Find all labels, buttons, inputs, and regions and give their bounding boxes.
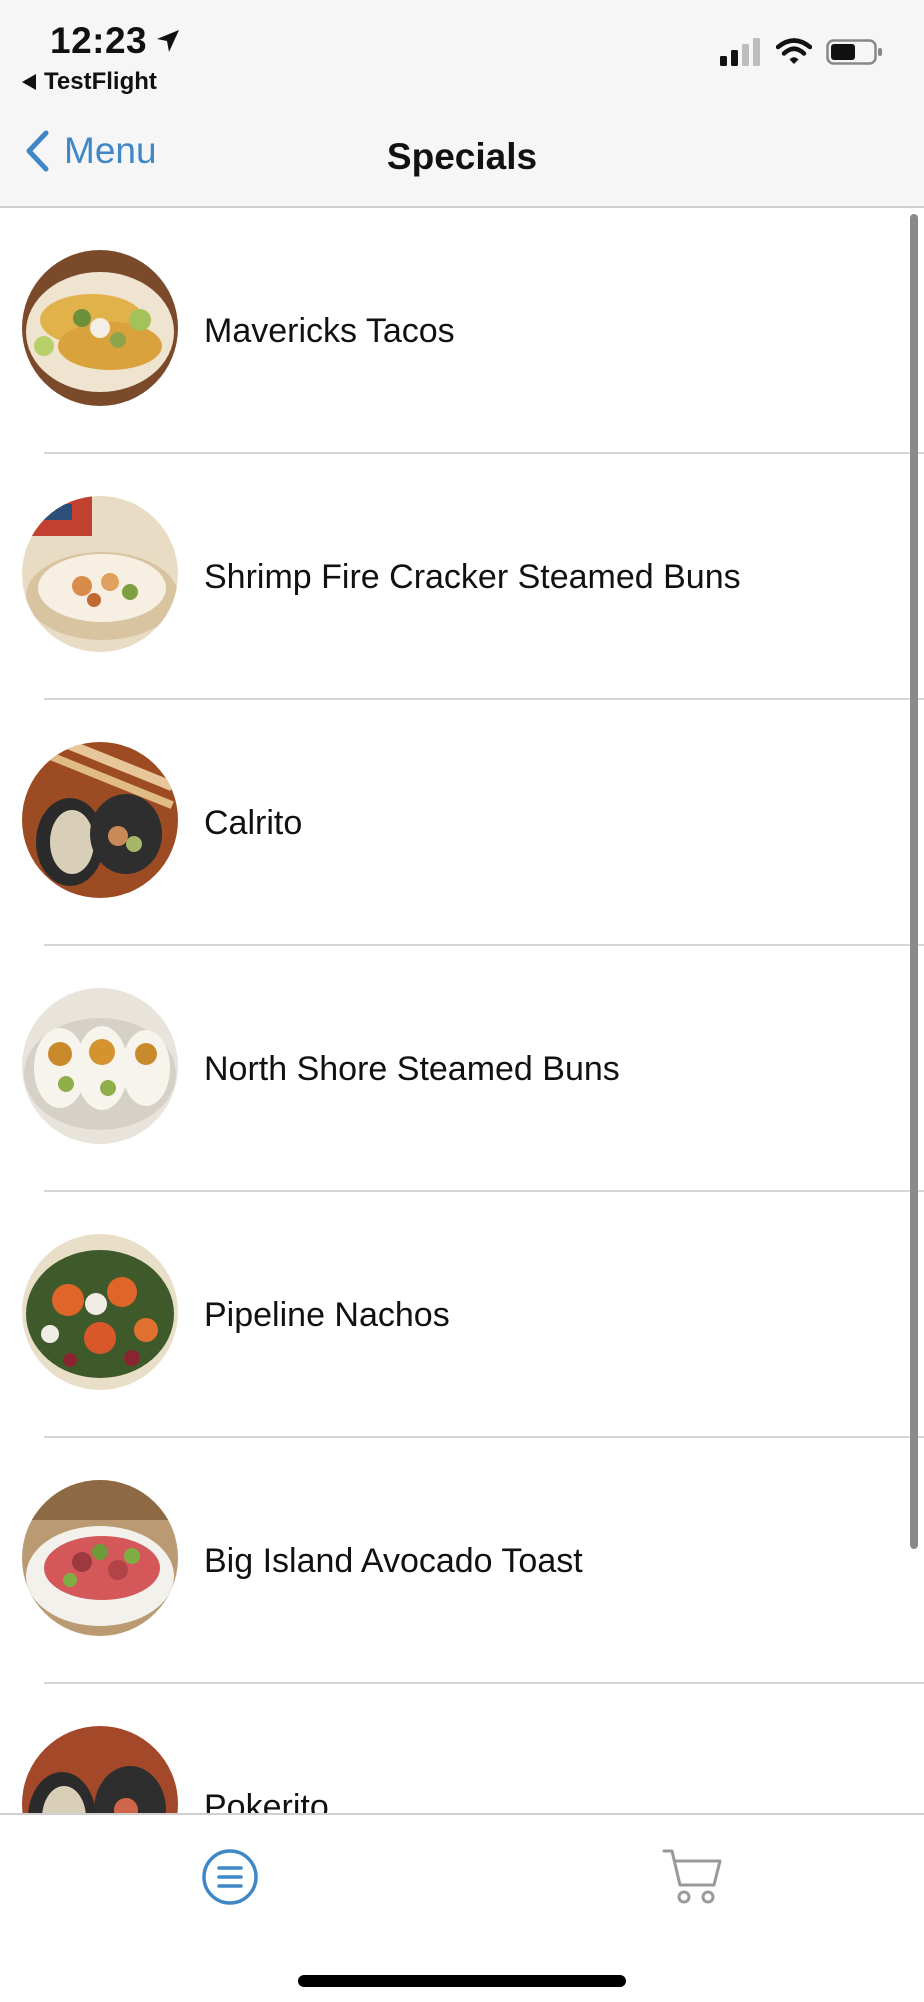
list-item[interactable]: North Shore Steamed Buns bbox=[0, 946, 924, 1192]
location-arrow-icon bbox=[157, 30, 179, 52]
pokerito-thumbnail bbox=[22, 1726, 178, 1813]
tab-menu[interactable] bbox=[200, 1847, 260, 1912]
back-triangle-icon bbox=[22, 74, 36, 90]
page-title: Specials bbox=[386, 136, 538, 177]
status-bar: 12:23 TestFlight bbox=[0, 0, 924, 100]
cart-icon bbox=[662, 1849, 722, 1904]
signal-icon bbox=[720, 38, 760, 66]
specials-list[interactable]: Mavericks Tacos Shrimp Fire Cracker Stea… bbox=[0, 208, 924, 1813]
pipeline-nachos-thumbnail bbox=[22, 1234, 178, 1390]
tab-cart[interactable] bbox=[660, 1845, 724, 1914]
item-name: Shrimp Fire Cracker Steamed Buns bbox=[204, 557, 741, 596]
back-app-label: TestFlight bbox=[44, 68, 157, 95]
item-name: Calrito bbox=[204, 803, 303, 842]
list-item[interactable]: Calrito bbox=[0, 700, 924, 946]
back-to-app-link[interactable]: TestFlight bbox=[22, 68, 157, 96]
item-name: Big Island Avocado Toast bbox=[204, 1541, 583, 1580]
calrito-thumbnail bbox=[22, 742, 178, 898]
wifi-icon bbox=[776, 38, 812, 64]
item-name: Pokerito bbox=[204, 1787, 329, 1814]
big-island-avocado-toast-thumbnail bbox=[22, 1480, 178, 1636]
item-name: North Shore Steamed Buns bbox=[204, 1049, 620, 1088]
scrollbar[interactable] bbox=[910, 214, 918, 1549]
mavericks-tacos-thumbnail bbox=[22, 250, 178, 406]
item-name: Pipeline Nachos bbox=[204, 1295, 450, 1334]
status-time: 12:23 bbox=[50, 20, 148, 61]
list-item[interactable]: Mavericks Tacos bbox=[0, 208, 924, 454]
north-shore-steamed-buns-thumbnail bbox=[22, 988, 178, 1144]
list-item[interactable]: Pipeline Nachos bbox=[0, 1192, 924, 1438]
home-indicator bbox=[298, 1975, 626, 1987]
list-item[interactable]: Big Island Avocado Toast bbox=[0, 1438, 924, 1684]
navigation-bar: Menu Specials bbox=[0, 100, 924, 208]
tab-bar bbox=[0, 1813, 924, 2002]
menu-list-icon bbox=[202, 1849, 258, 1905]
battery-icon bbox=[826, 39, 882, 65]
shrimp-steamed-buns-thumbnail bbox=[22, 496, 178, 652]
list-item[interactable]: Pokerito bbox=[0, 1684, 924, 1813]
list-item[interactable]: Shrimp Fire Cracker Steamed Buns bbox=[0, 454, 924, 700]
status-indicators bbox=[720, 38, 884, 66]
item-name: Mavericks Tacos bbox=[204, 311, 455, 350]
